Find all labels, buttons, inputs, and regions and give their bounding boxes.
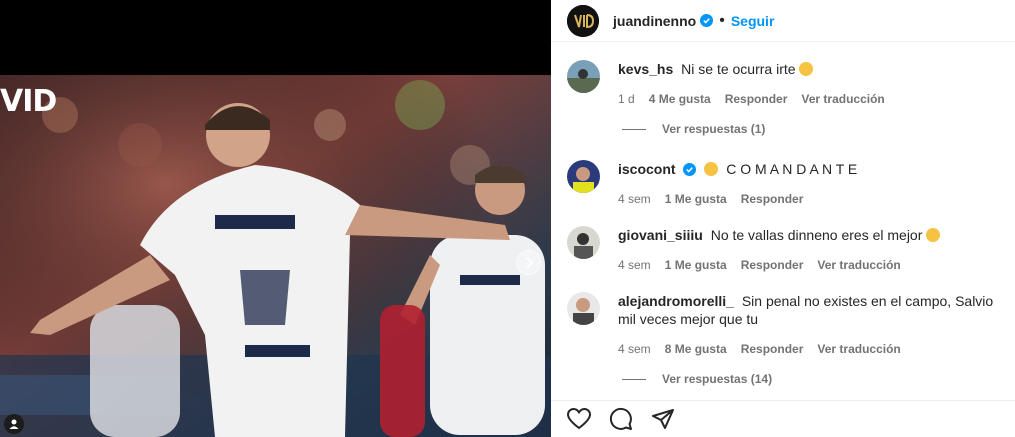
pleading-face-icon: [799, 62, 814, 76]
translate-button[interactable]: Ver traducción: [817, 258, 900, 272]
watermark-logo: VID: [0, 84, 57, 119]
replies-divider: [622, 378, 646, 380]
comment-time[interactable]: 1 d: [618, 92, 635, 106]
avatar-image: [567, 160, 600, 193]
avatar-image: [567, 226, 600, 259]
post-actions-bar: [551, 400, 1015, 437]
author-username[interactable]: juandinenno: [613, 13, 696, 29]
comment-text: No te vallas dinneno eres el mejor: [710, 227, 923, 243]
reply-button[interactable]: Responder: [741, 258, 804, 272]
comment-likes[interactable]: 4 Me gusta: [649, 92, 711, 106]
reply-button[interactable]: Responder: [741, 342, 804, 356]
translate-button[interactable]: Ver traducción: [817, 342, 900, 356]
comment-item: kevs_hs Ni se te ocurra irte 1 d 4 Me gu…: [567, 60, 1007, 106]
comment-meta: 4 sem 1 Me gusta Responder: [618, 192, 1007, 206]
comment-likes[interactable]: 8 Me gusta: [665, 342, 727, 356]
avatar[interactable]: [567, 292, 600, 325]
follow-button[interactable]: Seguir: [731, 13, 775, 29]
avatar-image: [567, 292, 600, 325]
view-replies-label: Ver respuestas (1): [662, 122, 766, 136]
saluting-face-icon: [704, 162, 719, 176]
soccer-celebration-image: [0, 75, 551, 437]
comment-username[interactable]: kevs_hs: [618, 61, 673, 77]
post-media[interactable]: VID: [0, 0, 551, 437]
comment-username[interactable]: giovani_siiiu: [618, 227, 703, 243]
avatar[interactable]: [567, 60, 600, 93]
heart-eyes-icon: [926, 228, 941, 242]
heart-icon[interactable]: [567, 408, 591, 430]
author-avatar[interactable]: [567, 4, 599, 37]
verified-badge-icon: [700, 14, 714, 27]
view-replies-button[interactable]: Ver respuestas (14): [622, 372, 772, 386]
comment-meta: 4 sem 1 Me gusta Responder Ver traducció…: [618, 258, 1007, 272]
comment-meta: 1 d 4 Me gusta Responder Ver traducción: [618, 92, 1007, 106]
post-side-panel: juandinenno • Seguir kevs_hs Ni se te oc…: [551, 0, 1015, 437]
person-icon: [9, 419, 19, 429]
comment-item: alejandromorelli_ Sin penal no existes e…: [567, 292, 1007, 356]
next-media-button[interactable]: [516, 250, 541, 275]
avatar[interactable]: [567, 160, 600, 193]
comment-item: giovani_siiiu No te vallas dinneno eres …: [567, 226, 1007, 272]
chevron-right-icon: [525, 256, 533, 269]
comment-likes[interactable]: 1 Me gusta: [665, 258, 727, 272]
comment-username[interactable]: iscocont: [618, 161, 676, 177]
comment-text: C O M A N D A N T E: [726, 161, 858, 177]
separator-dot: •: [719, 11, 725, 29]
author-logo-icon: [567, 4, 599, 37]
comment-item: iscocont C O M A N D A N T E 4 sem 1 Me …: [567, 160, 1007, 206]
replies-divider: [622, 128, 646, 130]
share-icon[interactable]: [651, 408, 675, 430]
translate-button[interactable]: Ver traducción: [801, 92, 884, 106]
comment-username[interactable]: alejandromorelli_: [618, 293, 734, 309]
avatar-image: [567, 60, 600, 93]
avatar[interactable]: [567, 226, 600, 259]
view-replies-button[interactable]: Ver respuestas (1): [622, 122, 765, 136]
comment-time[interactable]: 4 sem: [618, 192, 651, 206]
comment-time[interactable]: 4 sem: [618, 258, 651, 272]
comment-text: Ni se te ocurra irte: [681, 61, 796, 77]
tagged-users-button[interactable]: [4, 414, 24, 434]
post-header: juandinenno • Seguir: [551, 0, 1015, 42]
comment-meta: 4 sem 8 Me gusta Responder Ver traducció…: [618, 342, 1007, 356]
post-photo[interactable]: [0, 75, 551, 437]
comment-time[interactable]: 4 sem: [618, 342, 651, 356]
reply-button[interactable]: Responder: [741, 192, 804, 206]
comment-likes[interactable]: 1 Me gusta: [665, 192, 727, 206]
verified-badge-icon: [683, 163, 697, 176]
comment-icon[interactable]: [609, 407, 633, 431]
reply-button[interactable]: Responder: [725, 92, 788, 106]
view-replies-label: Ver respuestas (14): [662, 372, 773, 386]
